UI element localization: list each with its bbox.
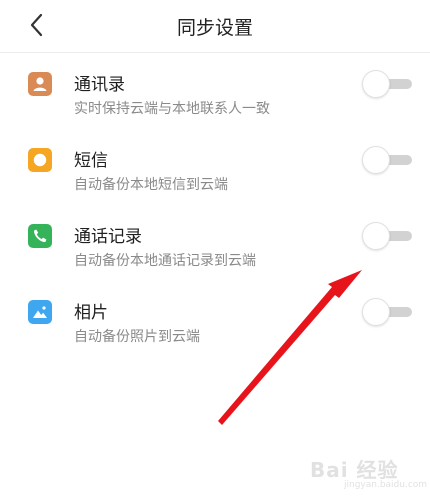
setting-description: 自动备份本地通话记录到云端 xyxy=(74,253,256,269)
toggle-knob xyxy=(362,146,390,174)
setting-title: 通讯录 xyxy=(74,75,125,95)
setting-title: 短信 xyxy=(74,151,108,171)
sms-sync-toggle[interactable] xyxy=(362,146,412,174)
watermark-logo: Bai 经验 xyxy=(310,458,399,482)
watermark: Bai 经验 jingyan.baidu.com xyxy=(300,452,428,494)
setting-description: 自动备份照片到云端 xyxy=(74,329,200,345)
watermark-url: jingyan.baidu.com xyxy=(344,480,428,490)
call-log-sync-toggle[interactable] xyxy=(362,222,412,250)
setting-title: 通话记录 xyxy=(74,227,142,247)
contacts-icon xyxy=(28,72,52,96)
contacts-sync-toggle[interactable] xyxy=(362,70,412,98)
toggle-knob xyxy=(362,298,390,326)
top-bar: 同步设置 xyxy=(0,0,430,53)
phone-icon xyxy=(28,224,52,248)
toggle-knob xyxy=(362,70,390,98)
setting-row-contacts: 通讯录 实时保持云端与本地联系人一致 xyxy=(0,70,430,148)
setting-description: 实时保持云端与本地联系人一致 xyxy=(74,101,270,117)
setting-title: 相片 xyxy=(74,303,108,323)
photos-sync-toggle[interactable] xyxy=(362,298,412,326)
setting-row-sms: 短信 自动备份本地短信到云端 xyxy=(0,146,430,224)
setting-description: 自动备份本地短信到云端 xyxy=(74,177,228,193)
setting-row-photos: 相片 自动备份照片到云端 xyxy=(0,298,430,376)
photo-icon xyxy=(28,300,52,324)
toggle-knob xyxy=(362,222,390,250)
sms-icon xyxy=(28,148,52,172)
setting-row-call-log: 通话记录 自动备份本地通话记录到云端 xyxy=(0,222,430,300)
page-title: 同步设置 xyxy=(176,17,253,39)
